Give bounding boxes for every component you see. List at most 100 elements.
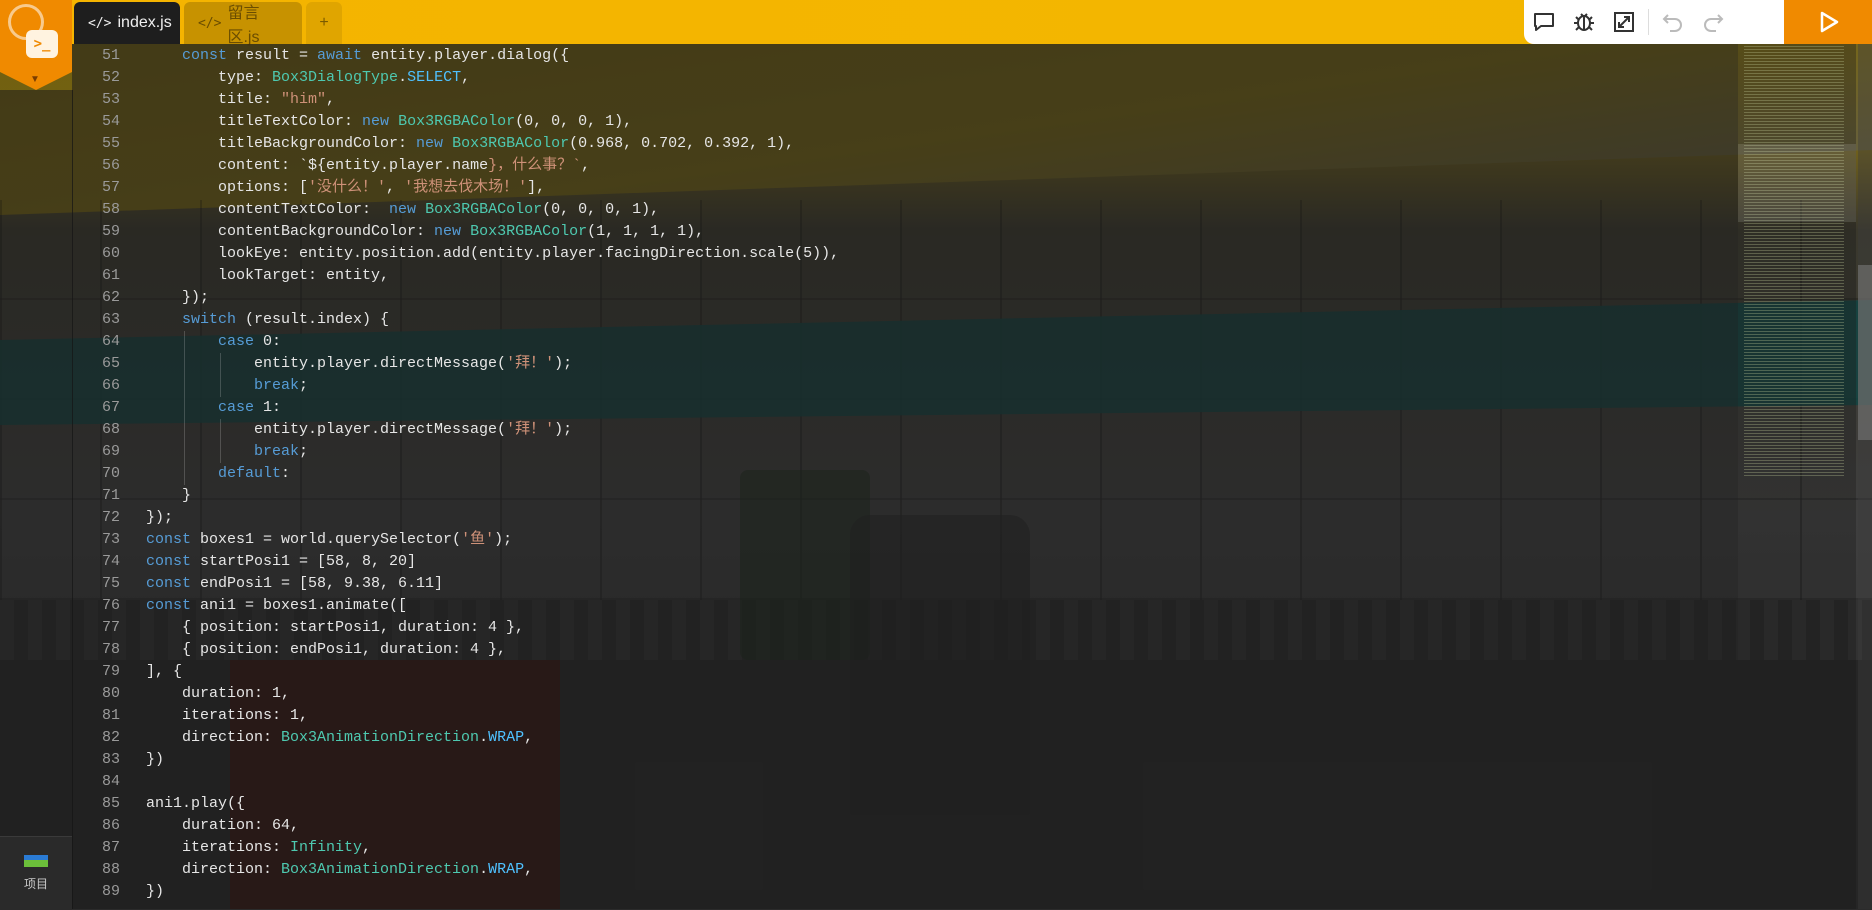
code-line[interactable]: 71 } [72,485,191,507]
code-line[interactable]: 87 iterations: Infinity, [72,837,371,859]
code-line[interactable]: 82 direction: Box3AnimationDirection.WRA… [72,727,533,749]
code-line[interactable]: 78 { position: endPosi1, duration: 4 }, [72,639,506,661]
code-token: Box3AnimationDirection [281,861,480,878]
code-token: direction: [146,729,282,746]
code-line[interactable]: 54 titleTextColor: new Box3RGBAColor(0, … [72,111,632,133]
code-line[interactable]: 52 type: Box3DialogType.SELECT, [72,67,470,89]
code-minimap[interactable] [1738,44,1856,909]
code-line[interactable]: 74 const startPosi1 = [58, 8, 20] [72,551,416,573]
code-token: iterations: 1, [146,707,309,724]
line-number: 89 [101,883,120,900]
code-line[interactable]: 58 contentTextColor: new Box3RGBAColor(0… [72,199,659,221]
scrollbar-thumb[interactable] [1858,265,1872,440]
code-line[interactable]: 85 ani1.play({ [72,793,245,815]
bug-icon[interactable] [1564,0,1604,44]
code-line[interactable]: 63 switch (result.index) { [72,309,389,331]
code-line[interactable]: 67 case 1: [72,397,281,419]
code-token: const [146,553,192,570]
code-line[interactable]: 64 case 0: [72,331,281,353]
code-token: entity.player.name [326,157,489,174]
line-number: 83 [101,751,120,768]
code-line[interactable]: 75 const endPosi1 = [58, 9.38, 6.11] [72,573,443,595]
code-editor[interactable]: 51 const result = await entity.player.di… [72,44,1738,909]
code-token: endPosi1 = [58, 9.38, 6.11] [191,575,444,592]
code-token: const [146,575,192,592]
code-token: Box3RGBAColor [398,113,516,130]
code-text: const boxes1 = world.querySelector('鱼'); [146,529,512,551]
code-icon: </> [88,15,112,31]
code-token: , [581,157,591,174]
code-line[interactable]: 57 options: ['没什么！', '我想去伐木场！'], [72,177,545,199]
editor-scrollbar[interactable] [1858,44,1872,909]
code-token: case [218,333,255,350]
run-button[interactable] [1784,0,1872,44]
line-number: 62 [101,289,120,306]
add-tab-button[interactable]: + [306,2,342,44]
code-token: break [254,377,300,394]
code-token: "him" [281,91,327,108]
code-text: direction: Box3AnimationDirection.WRAP, [146,859,533,881]
line-number: 81 [101,707,120,724]
line-number: 84 [101,773,120,790]
code-token: Box3RGBAColor [425,201,543,218]
code-line[interactable]: 76 const ani1 = boxes1.animate([ [72,595,407,617]
code-line[interactable]: 80 duration: 1, [72,683,290,705]
code-line[interactable]: 81 iterations: 1, [72,705,308,727]
comment-icon[interactable] [1524,0,1564,44]
code-line[interactable]: 65 entity.player.directMessage('拜！'); [72,353,572,375]
code-text: iterations: Infinity, [146,837,371,859]
line-number: 76 [101,597,120,614]
code-line[interactable]: 61 lookTarget: entity, [72,265,389,287]
code-text: titleTextColor: new Box3RGBAColor(0, 0, … [146,111,632,133]
code-token: WRAP [488,861,525,878]
code-line[interactable]: 77 { position: startPosi1, duration: 4 }… [72,617,524,639]
code-line[interactable]: 51 const result = await entity.player.di… [72,45,569,67]
code-line[interactable]: 83}) [72,749,164,771]
code-line[interactable]: 86 duration: 64, [72,815,299,837]
code-token: ], [527,179,546,196]
code-token: entity.player.dialog({ [362,47,570,64]
code-line[interactable]: 73 const boxes1 = world.querySelector('鱼'… [72,529,512,551]
code-line[interactable]: 66 break; [72,375,308,397]
code-line[interactable]: 70 default: [72,463,290,485]
code-text: duration: 1, [146,683,290,705]
code-text: default: [146,463,290,485]
code-token: lookEye: entity.position.add(entity.play… [146,245,840,262]
line-number: 78 [101,641,120,658]
code-line[interactable]: 89}) [72,881,164,903]
code-line[interactable]: 84 [72,771,146,793]
tab-index-js[interactable]: </> index.js [74,2,180,44]
code-token: entity.player.directMessage( [146,421,507,438]
code-line[interactable]: 72}); [72,507,173,529]
code-line[interactable]: 68 entity.player.directMessage('拜！'); [72,419,572,441]
redo-icon[interactable] [1693,0,1733,44]
code-line[interactable]: 62 }); [72,287,209,309]
tab-label: 留言区.js [227,5,260,46]
code-line[interactable]: 59 contentBackgroundColor: new Box3RGBAC… [72,221,704,243]
project-label: 项目 [23,877,48,891]
code-text: const endPosi1 = [58, 9.38, 6.11] [146,573,443,595]
expand-icon[interactable] [1604,0,1644,44]
code-text: ani1.play({ [146,793,245,815]
code-token: switch [182,311,237,328]
code-line[interactable]: 55 titleBackgroundColor: new Box3RGBACol… [72,133,794,155]
code-token: ani1 = boxes1.animate([ [191,597,408,614]
code-line[interactable]: 56 content: `${entity.player.name}，什么事？`… [72,155,590,177]
code-token: `${ [299,157,327,174]
code-line[interactable]: 60 lookEye: entity.position.add(entity.p… [72,243,839,265]
play-icon [1820,11,1839,33]
minimap-viewport[interactable] [1738,144,1856,222]
code-line[interactable]: 79], { [72,661,182,683]
undo-icon[interactable] [1653,0,1693,44]
project-button[interactable]: 项目 [0,836,72,910]
code-line[interactable]: 69 break; [72,441,308,463]
editor-toolbar [1524,0,1784,44]
app-logo[interactable]: >_ ▼ [0,0,72,90]
code-token: duration: 1, [146,685,291,702]
code-line[interactable]: 88 direction: Box3AnimationDirection.WRA… [72,859,533,881]
code-line[interactable]: 53 title: "him", [72,89,335,111]
line-number: 67 [101,399,120,416]
tab-guestbook-js[interactable]: </> 留言区.js [184,2,302,46]
